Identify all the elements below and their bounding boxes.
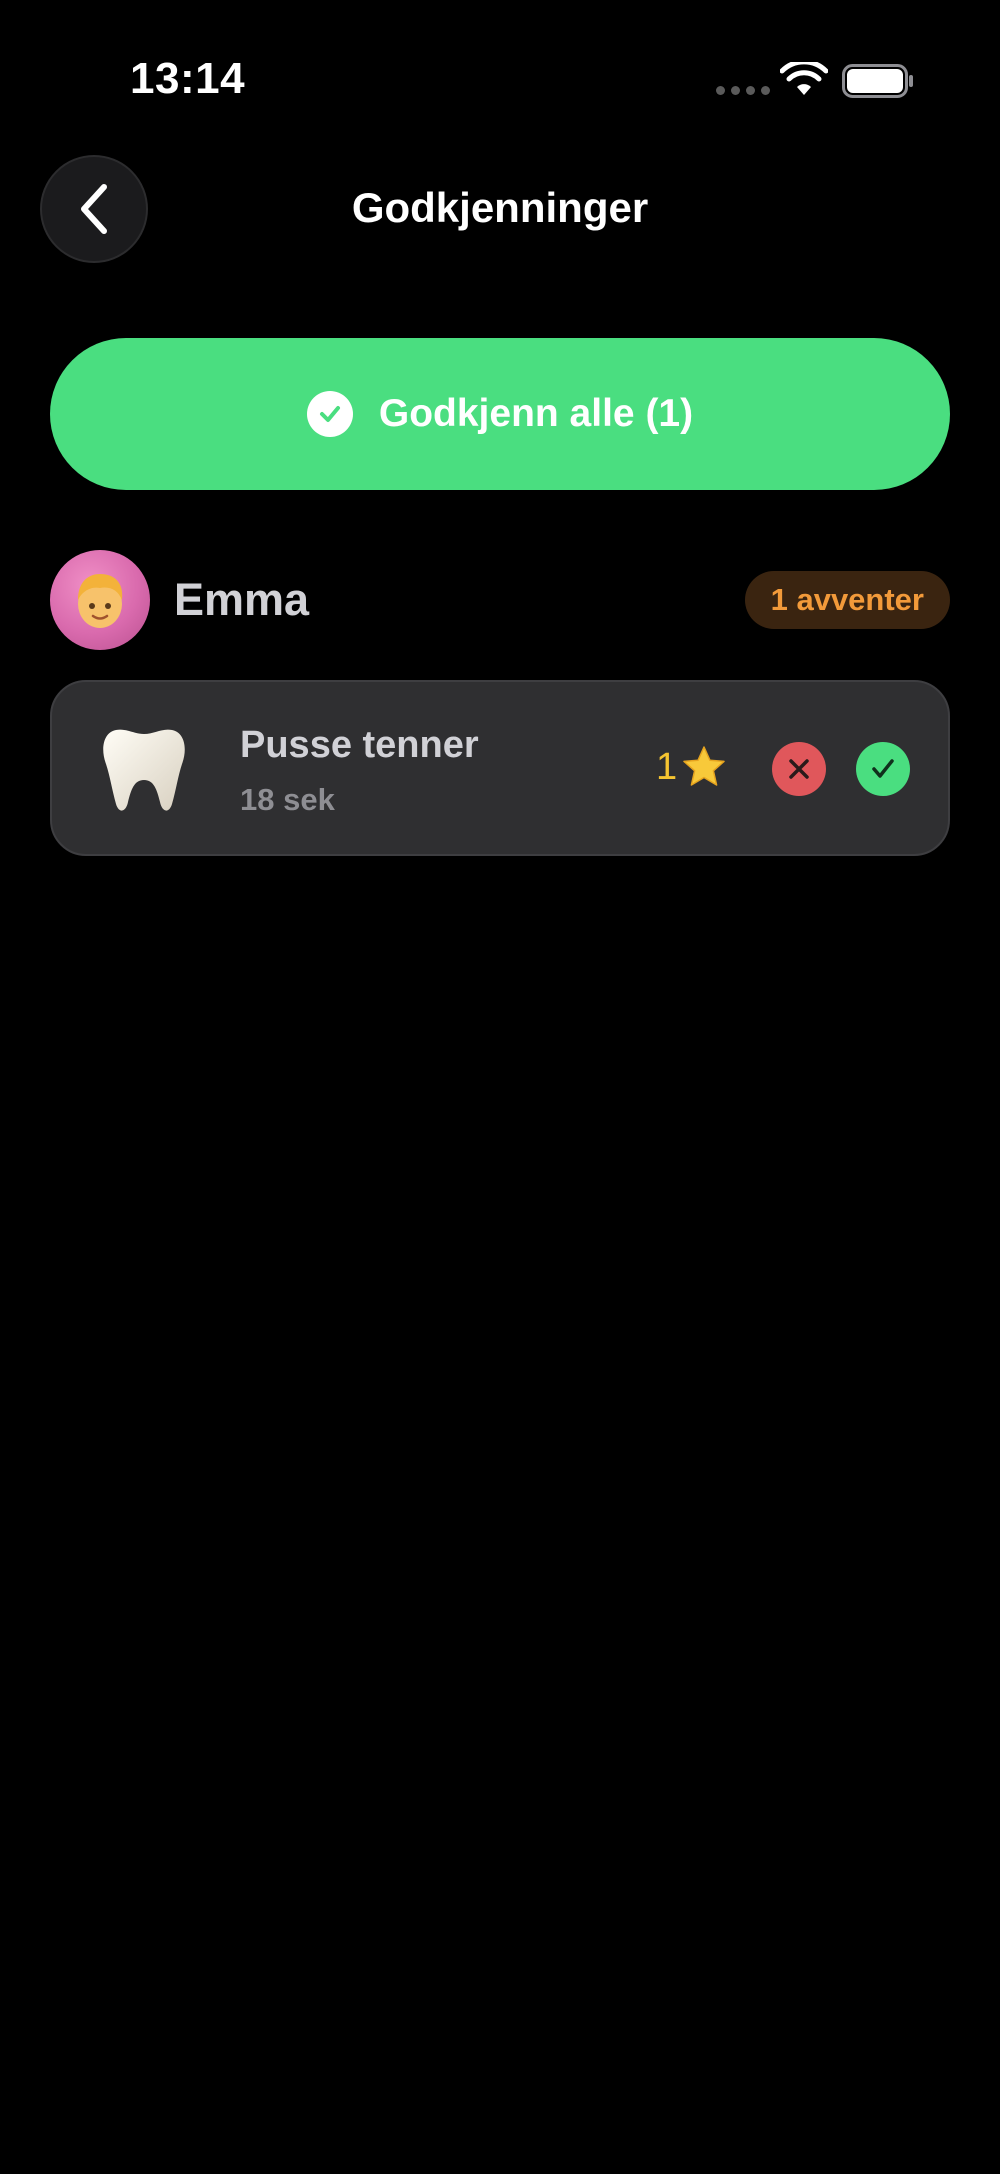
pending-badge: 1 avventer [744,571,950,629]
page-title: Godkjenninger [351,184,649,231]
x-icon [789,759,809,779]
tooth-icon [103,729,185,811]
status-time: 13:14 [130,54,246,103]
task-duration: 18 sek [240,782,335,817]
task-stars-count: 1 [656,745,678,788]
task-card: Pusse tenner 18 sek 1 [50,680,950,856]
checkmark-circle-icon [306,391,353,437]
approve-button[interactable] [856,742,910,796]
status-bar: 13:14 [0,0,1000,160]
child-name: Emma [174,574,310,625]
task-title: Pusse tenner [240,724,479,766]
checkmark-icon [872,759,894,778]
signal-icon [716,86,770,95]
approve-all-label: Godkjenn alle (1) [378,392,694,435]
child-header: Emma 1 avventer [50,550,950,650]
child-face-emoji [78,574,123,628]
approve-all-button[interactable]: Godkjenn alle (1) [50,338,950,490]
avatar [50,550,150,650]
task-stars: 1 [656,744,727,790]
wifi-icon [780,62,828,95]
star-icon [683,746,725,786]
reject-button[interactable] [772,742,826,796]
battery-icon [842,64,913,98]
